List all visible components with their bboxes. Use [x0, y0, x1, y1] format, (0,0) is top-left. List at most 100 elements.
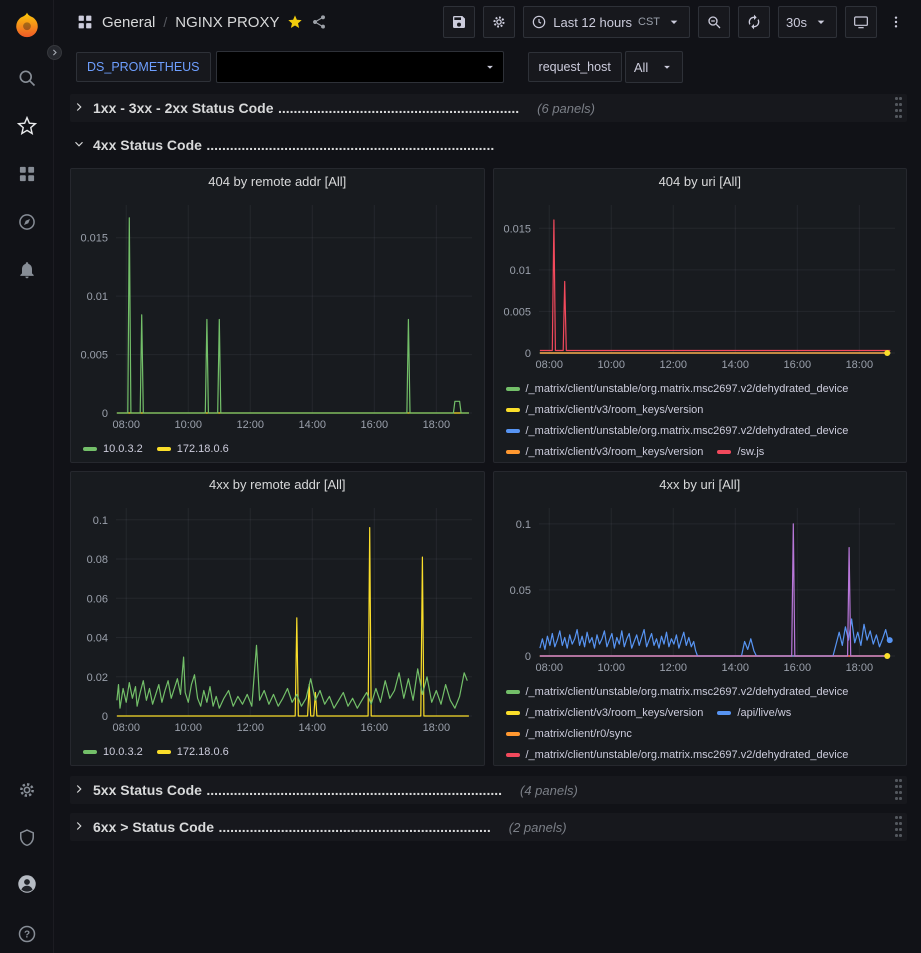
legend-swatch [506, 711, 520, 715]
breadcrumb-separator: / [163, 14, 167, 30]
legend-swatch [83, 750, 97, 754]
zoom-out-button[interactable] [698, 6, 730, 38]
chevron-right-icon [50, 48, 59, 57]
grafana-app: ? General / NGINX PROXY Last 12 hours CS [0, 0, 921, 953]
sidebar-item-dashboards[interactable] [15, 162, 39, 186]
svg-text:08:00: 08:00 [113, 722, 141, 734]
row-drag-handle[interactable] [895, 97, 902, 120]
panel-title[interactable]: 404 by uri [All] [494, 169, 907, 195]
panel-404-by-remote-addr: 404 by remote addr [All] 08:0010:0012:00… [70, 168, 485, 463]
legend-item[interactable]: 10.0.3.2 [83, 744, 143, 760]
sidebar-item-server-admin[interactable] [15, 826, 39, 850]
legend-swatch [506, 450, 520, 454]
chevron-down-icon [72, 137, 86, 151]
more-options-button[interactable] [885, 6, 907, 38]
request-host-select[interactable]: All [625, 51, 683, 83]
row-drag-handle[interactable] [895, 816, 902, 839]
sidebar-item-explore[interactable] [15, 210, 39, 234]
refresh-button[interactable] [738, 6, 770, 38]
legend: 10.0.3.2 172.18.0.6 [71, 736, 484, 764]
svg-text:10:00: 10:00 [597, 359, 625, 371]
svg-text:18:00: 18:00 [845, 359, 873, 371]
search-icon [17, 68, 37, 88]
legend-item[interactable]: 172.18.0.6 [157, 744, 229, 760]
share-icon[interactable] [311, 14, 327, 30]
dashboard-settings-button[interactable] [483, 6, 515, 38]
legend-item[interactable]: 172.18.0.6 [157, 441, 229, 457]
legend-item[interactable]: /_matrix/client/v3/room_keys/version [506, 444, 704, 460]
grafana-logo-icon [12, 10, 42, 40]
svg-text:12:00: 12:00 [659, 359, 687, 371]
row-header-1xx-3xx-2xx[interactable]: 1xx - 3xx - 2xx Status Code ............… [70, 94, 907, 122]
svg-text:18:00: 18:00 [845, 662, 873, 674]
chevron-right-icon [72, 819, 86, 833]
dashboard-title[interactable]: NGINX PROXY [175, 14, 279, 31]
legend-item[interactable]: /_matrix/client/v3/room_keys/version [506, 402, 704, 418]
star-fill-icon[interactable] [287, 14, 303, 30]
caret-down-icon [666, 14, 682, 30]
top-navbar: General / NGINX PROXY Last 12 hours CST [54, 0, 921, 44]
svg-text:0: 0 [102, 711, 108, 723]
svg-text:0.01: 0.01 [509, 264, 530, 276]
legend-label: 172.18.0.6 [177, 441, 229, 457]
legend-item[interactable]: /_matrix/client/unstable/org.matrix.msc2… [506, 684, 849, 700]
grafana-logo[interactable] [12, 10, 42, 40]
sidebar-item-starred[interactable] [15, 114, 39, 138]
breadcrumb-folder[interactable]: General [102, 14, 155, 31]
legend-item[interactable]: /_matrix/client/r0/sync [506, 726, 632, 742]
datasource-variable-label: DS_PROMETHEUS [76, 52, 211, 82]
svg-text:0.08: 0.08 [87, 554, 108, 566]
svg-text:12:00: 12:00 [237, 419, 265, 431]
legend-swatch [157, 750, 171, 754]
user-avatar [17, 874, 37, 894]
svg-text:0.05: 0.05 [509, 584, 530, 596]
timeseries-chart: 08:0010:0012:0014:0016:0018:0000.050.1 [495, 498, 905, 676]
sidebar-item-alerting[interactable] [15, 258, 39, 282]
row-title-dots: ........................................… [218, 819, 490, 835]
chevron-right-icon [72, 782, 86, 796]
row-header-5xx[interactable]: 5xx Status Code ........................… [70, 776, 907, 804]
legend-item[interactable]: /_matrix/client/unstable/org.matrix.msc2… [506, 747, 849, 763]
legend-item[interactable]: /_matrix/client/v3/room_keys/version [506, 705, 704, 721]
legend-item[interactable]: /api/live/ws [717, 705, 791, 721]
row-header-4xx[interactable]: 4xx Status Code ........................… [70, 131, 907, 159]
row-title: 5xx Status Code [93, 782, 202, 798]
svg-text:0.1: 0.1 [515, 518, 530, 530]
legend-label: 10.0.3.2 [103, 441, 143, 457]
sidebar-item-help[interactable]: ? [15, 922, 39, 946]
refresh-interval-dropdown[interactable]: 30s [778, 6, 837, 38]
panel-title[interactable]: 4xx by uri [All] [494, 472, 907, 498]
panel-title[interactable]: 404 by remote addr [All] [71, 169, 484, 195]
sidebar-item-configuration[interactable] [15, 778, 39, 802]
gear-icon [491, 14, 507, 30]
bell-icon [17, 260, 37, 280]
svg-text:18:00: 18:00 [423, 722, 451, 734]
legend-swatch [157, 447, 171, 451]
panel-4xx-by-remote-addr: 4xx by remote addr [All] 08:0010:0012:00… [70, 471, 485, 766]
svg-text:18:00: 18:00 [423, 419, 451, 431]
legend-label: /_matrix/client/unstable/org.matrix.msc2… [526, 381, 849, 397]
legend-item[interactable]: /_matrix/client/unstable/org.matrix.msc2… [506, 381, 849, 397]
legend-swatch [506, 429, 520, 433]
row-drag-handle[interactable] [895, 779, 902, 802]
svg-text:10:00: 10:00 [597, 662, 625, 674]
cycle-view-button[interactable] [845, 6, 877, 38]
svg-text:0.015: 0.015 [81, 233, 109, 245]
legend-item[interactable]: 10.0.3.2 [83, 441, 143, 457]
apps-icon[interactable] [76, 13, 94, 31]
sidebar-item-search[interactable] [15, 66, 39, 90]
save-dashboard-button[interactable] [443, 6, 475, 38]
legend-label: /sw.js [737, 444, 764, 460]
timezone-label: CST [638, 16, 660, 28]
legend-swatch [83, 447, 97, 451]
legend-item[interactable]: /sw.js [717, 444, 764, 460]
sidebar-toggle-button[interactable] [47, 45, 62, 60]
datasource-select[interactable] [216, 51, 504, 83]
svg-text:0.1: 0.1 [93, 515, 108, 527]
dashboard-canvas: 1xx - 3xx - 2xx Status Code ............… [54, 88, 921, 953]
sidebar-item-profile[interactable] [15, 872, 39, 896]
time-picker-button[interactable]: Last 12 hours CST [523, 6, 690, 38]
panel-title[interactable]: 4xx by remote addr [All] [71, 472, 484, 498]
row-header-6xx[interactable]: 6xx > Status Code ......................… [70, 813, 907, 841]
legend-item[interactable]: /_matrix/client/unstable/org.matrix.msc2… [506, 423, 849, 439]
